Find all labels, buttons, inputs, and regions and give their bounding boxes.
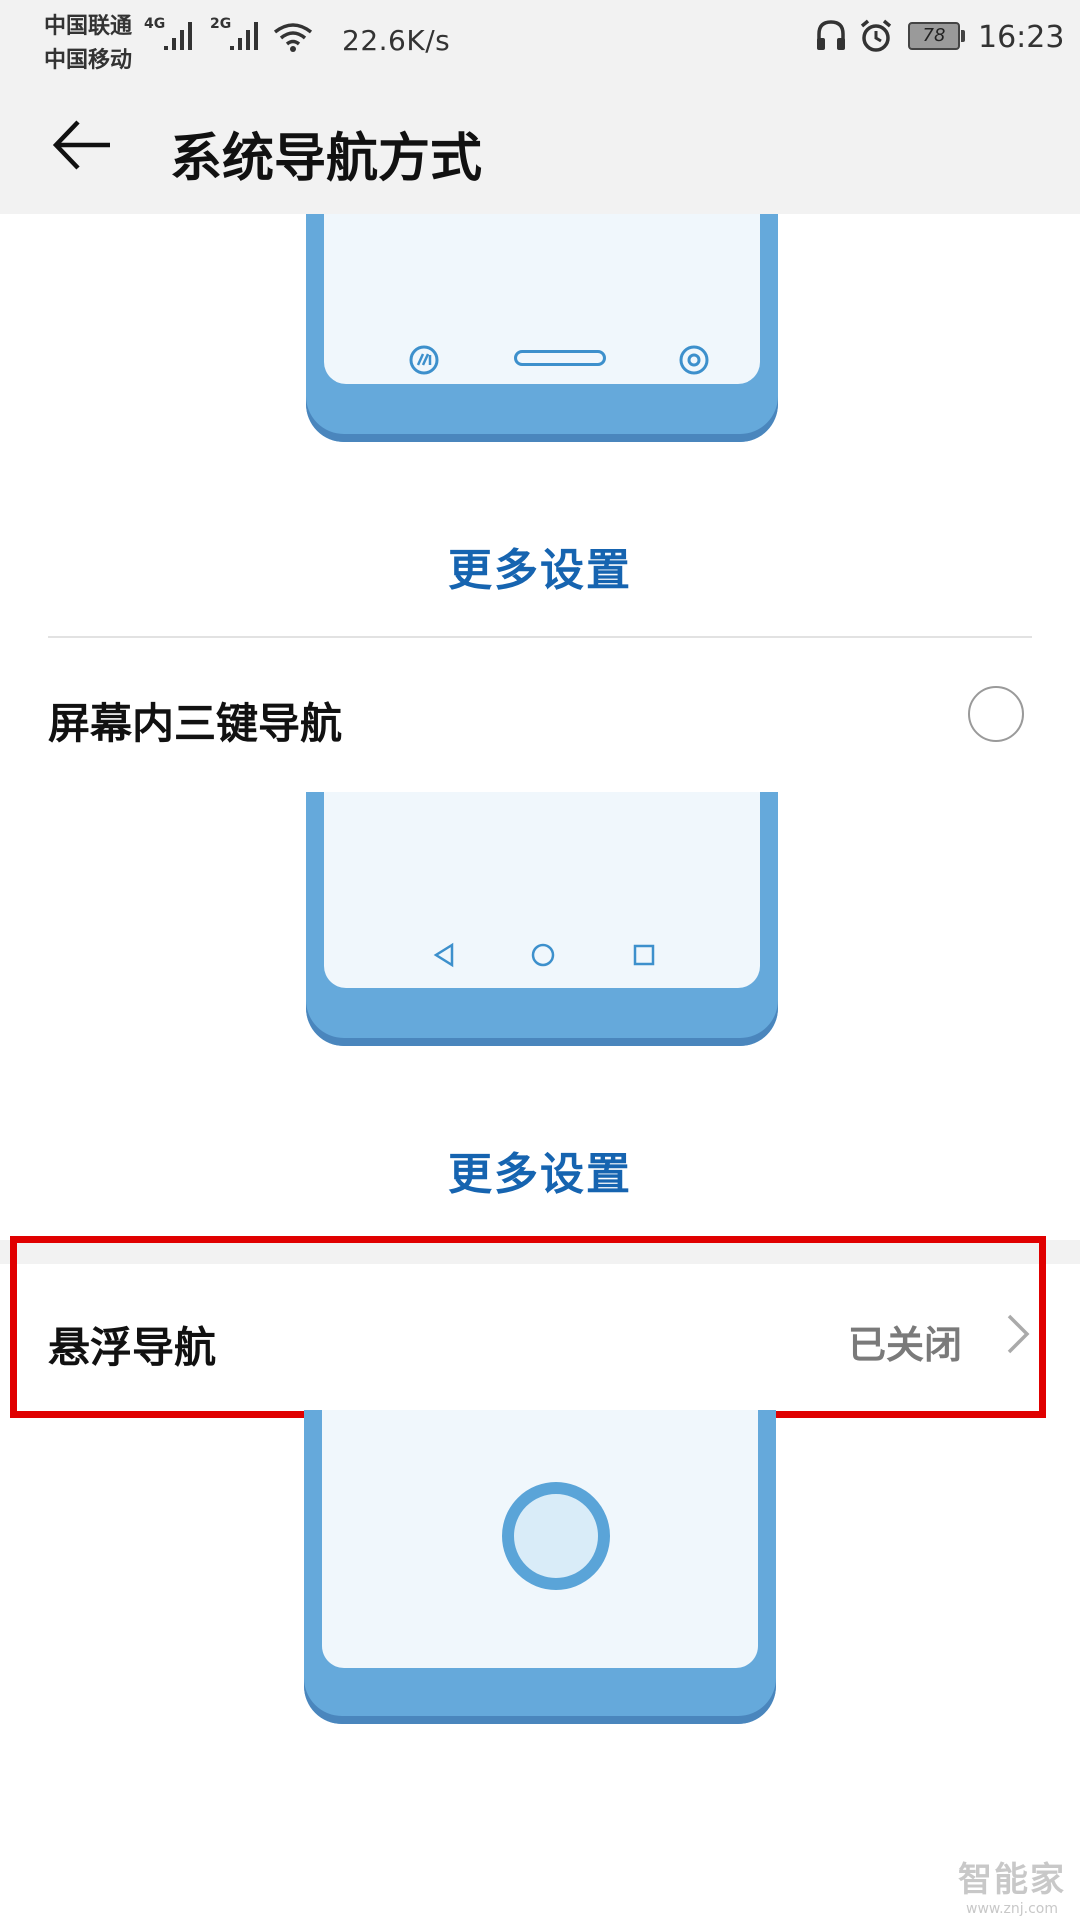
headset-icon <box>817 20 845 50</box>
carrier-1-name: 中国联通 <box>44 14 133 39</box>
battery-level: 78 <box>922 25 946 46</box>
three-key-nav-radio[interactable] <box>968 686 1024 742</box>
alarm-clock-icon <box>860 19 892 52</box>
gesture-more-settings-link[interactable]: 更多设置 <box>0 534 1080 598</box>
lens-icon <box>679 345 709 375</box>
battery-indicator: 78 <box>908 22 960 50</box>
highlight-annotation <box>10 1236 1046 1418</box>
app-bar: 系统导航方式 <box>0 82 1080 214</box>
gesture-nav-preview <box>306 214 778 442</box>
watermark-url: www.znj.com <box>966 1901 1058 1917</box>
signal-icon <box>164 22 192 50</box>
ai-assistant-icon <box>409 345 439 375</box>
recents-square-icon <box>633 944 655 966</box>
watermark-main: 智能家 <box>958 1860 1066 1900</box>
preview-screen <box>322 1410 758 1668</box>
three-key-nav-preview <box>306 792 778 1046</box>
floating-dock-icon <box>502 1482 610 1590</box>
float-nav-preview <box>304 1410 776 1724</box>
wifi-icon <box>273 23 313 52</box>
home-circle-icon <box>531 943 555 967</box>
back-triangle-icon <box>433 942 454 968</box>
signal-icon <box>230 22 258 50</box>
three-key-nav-label: 屏幕内三键导航 <box>48 699 343 748</box>
page-title: 系统导航方式 <box>170 129 483 189</box>
carrier-2-name: 中国移动 <box>44 48 133 73</box>
gesture-bar <box>514 350 606 366</box>
status-bar: 中国联通 中国移动 4G 2G 22.6K/s 78 16:23 <box>0 0 1080 82</box>
back-arrow-icon[interactable] <box>48 110 118 180</box>
battery-tip <box>961 30 965 42</box>
preview-screen <box>324 214 760 384</box>
divider <box>48 636 1032 638</box>
watermark: 智能家 www.znj.com <box>958 1852 1066 1917</box>
three-key-more-settings-link[interactable]: 更多设置 <box>0 1138 1080 1202</box>
clock-time: 16:23 <box>978 20 1065 55</box>
preview-screen <box>324 792 760 988</box>
network-speed: 22.6K/s <box>342 24 451 57</box>
